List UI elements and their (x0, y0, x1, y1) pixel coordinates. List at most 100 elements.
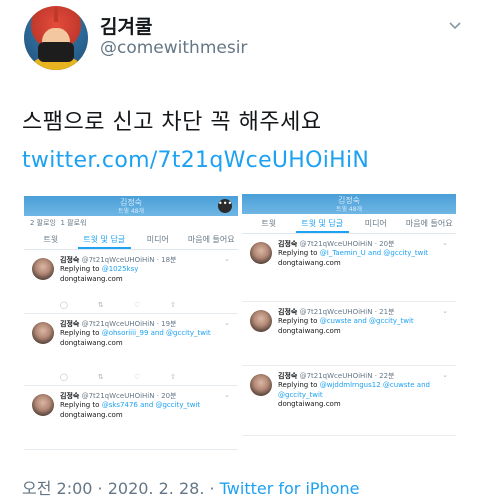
replying-label: Replying to (60, 401, 102, 409)
reply-mentions[interactable]: @I_Taemin_U and @gccity_twit (320, 249, 428, 257)
tab-tweets[interactable]: 트윗 (242, 214, 296, 233)
retweet-icon[interactable]: ⇅ (98, 373, 104, 381)
retweet-icon[interactable]: ⇅ (98, 301, 104, 309)
tab-media[interactable]: 미디어 (349, 214, 403, 233)
followers-count[interactable]: 1 팔로워 (60, 219, 86, 227)
share-icon[interactable]: ⇧ (170, 301, 176, 309)
reply-mentions[interactable]: @1025ksy (102, 265, 139, 273)
reply-name[interactable]: 김정숙 (60, 320, 79, 328)
profile-header-count: 트윗 48개 (117, 208, 145, 215)
reply-avatar[interactable] (32, 322, 54, 344)
reply-avatar[interactable] (32, 394, 54, 416)
reply-body: Replying to @1025ksy dongtaiwang.com (60, 265, 230, 284)
profile-tabs: 트윗 트윗 및 답글 미디어 마음에 들어요 (242, 214, 456, 234)
reply-header: 김정숙 @7t21qWceUHOiHiN · 21분 (278, 307, 395, 317)
tweet-source[interactable]: Twitter for iPhone (220, 479, 360, 498)
reply-body: Replying to @I_Taemin_U and @gccity_twit… (278, 249, 448, 268)
reply-header: 김정숙 @7t21qWceUHOiHiN · 20분 (60, 391, 177, 401)
following-count[interactable]: 2 팔로잉 (30, 219, 56, 227)
reply-mentions[interactable]: @sks7476 and @gccity_twit (102, 401, 200, 409)
follow-counts: 2 팔로잉 1 팔로워 (24, 216, 238, 230)
chevron-down-icon[interactable]: ⌄ (224, 319, 230, 327)
attached-image-right[interactable]: 김정숙 트윗 48개 트윗 트윗 및 답글 미디어 마음에 들어요 김정숙 @7… (242, 194, 456, 439)
replying-label: Replying to (278, 381, 320, 389)
reply-handle-time: @7t21qWceUHOiHiN · 18분 (81, 256, 177, 264)
attached-image-left[interactable]: 김정숙 트윗 48개 ••• 2 팔로잉 1 팔로워 트윗 트윗 및 답글 미디… (24, 196, 238, 452)
reply-icon[interactable]: ◯ (60, 301, 68, 309)
profile-header: 김정숙 트윗 48개 (242, 194, 456, 214)
profile-header-count: 트윗 48개 (335, 206, 363, 213)
chevron-down-icon[interactable] (448, 18, 462, 32)
chevron-down-icon[interactable]: ⌄ (224, 255, 230, 263)
display-name[interactable]: 김겨쿨 (100, 12, 152, 39)
reply-tweet[interactable]: 김정숙 @7t21qWceUHOiHiN · 18분 ⌄ Replying to… (24, 250, 238, 314)
replying-label: Replying to (60, 329, 102, 337)
reply-avatar[interactable] (32, 258, 54, 280)
tab-tweets-replies[interactable]: 트윗 및 답글 (77, 230, 131, 249)
reply-link[interactable]: dongtaiwang.com (60, 275, 123, 283)
reply-link[interactable]: dongtaiwang.com (60, 411, 123, 419)
profile-header: 김정숙 트윗 48개 ••• (24, 196, 238, 216)
reply-name[interactable]: 김정숙 (278, 240, 297, 248)
reply-name[interactable]: 김정숙 (60, 256, 79, 264)
reply-actions: ◯ ⇅ ♡ ⇧ (60, 373, 176, 381)
reply-tweet[interactable]: 김정숙 @7t21qWceUHOiHiN · 20분 ⌄ Replying to… (24, 386, 238, 450)
tweet-link[interactable]: twitter.com/7t21qWceUHOiHiN (22, 148, 369, 173)
reply-link[interactable]: dongtaiwang.com (278, 400, 341, 408)
avatar-antenna (54, 8, 58, 22)
reply-avatar[interactable] (250, 242, 272, 264)
reply-name[interactable]: 김정숙 (60, 392, 79, 400)
reply-name[interactable]: 김정숙 (278, 308, 297, 316)
reply-body: Replying to @ohsoriiii_99 and @gccity_tw… (60, 329, 230, 348)
replying-label: Replying to (278, 249, 320, 257)
reply-tweet[interactable]: 김정숙 @7t21qWceUHOiHiN · 21분 ⌄ Replying to… (242, 302, 456, 366)
chevron-down-icon[interactable]: ⌄ (442, 371, 448, 379)
tab-tweets-replies[interactable]: 트윗 및 답글 (295, 214, 349, 233)
reply-handle-time: @7t21qWceUHOiHiN · 19분 (81, 320, 177, 328)
like-icon[interactable]: ♡ (134, 373, 140, 381)
reply-actions: ◯ ⇅ ♡ ⇧ (60, 301, 176, 309)
reply-link[interactable]: dongtaiwang.com (278, 259, 341, 267)
tab-likes[interactable]: 마음에 들어요 (185, 230, 239, 249)
reply-mentions[interactable]: @ohsoriiii_99 and @gccity_twit (102, 329, 211, 337)
more-options-icon[interactable]: ••• (218, 199, 232, 213)
reply-handle-time: @7t21qWceUHOiHiN · 20분 (299, 240, 395, 248)
reply-tweet[interactable]: 김정숙 @7t21qWceUHOiHiN · 19분 ⌄ Replying to… (24, 314, 238, 386)
tab-likes[interactable]: 마음에 들어요 (403, 214, 457, 233)
reply-header: 김정숙 @7t21qWceUHOiHiN · 19분 (60, 319, 177, 329)
chevron-down-icon[interactable]: ⌄ (442, 307, 448, 315)
reply-link[interactable]: dongtaiwang.com (60, 339, 123, 347)
reply-body: Replying to @cuwste and @gccity_twitdong… (278, 317, 448, 336)
share-icon[interactable]: ⇧ (170, 373, 176, 381)
reply-body: Replying to @wjddmlrngus12 @cuwste and @… (278, 381, 448, 410)
profile-avatar[interactable] (24, 6, 88, 70)
timestamp-date: 오전 2:00 · 2020. 2. 28. · (22, 479, 220, 498)
reply-header: 김정숙 @7t21qWceUHOiHiN · 20분 (278, 239, 395, 249)
reply-handle-time: @7t21qWceUHOiHiN · 20분 (81, 392, 177, 400)
user-handle[interactable]: @comewithmesir (100, 38, 247, 58)
reply-header: 김정숙 @7t21qWceUHOiHiN · 22분 (278, 371, 395, 381)
reply-body: Replying to @sks7476 and @gccity_twitdon… (60, 401, 230, 420)
reply-handle-time: @7t21qWceUHOiHiN · 21분 (299, 308, 395, 316)
reply-name[interactable]: 김정숙 (278, 372, 297, 380)
reply-avatar[interactable] (250, 310, 272, 332)
like-icon[interactable]: ♡ (134, 301, 140, 309)
tweet-text: 스팸으로 신고 차단 꼭 해주세요 (22, 110, 322, 135)
profile-tabs: 트윗 트윗 및 답글 미디어 마음에 들어요 (24, 230, 238, 250)
reply-avatar[interactable] (250, 374, 272, 396)
replying-label: Replying to (60, 265, 102, 273)
chevron-down-icon[interactable]: ⌄ (224, 391, 230, 399)
reply-mentions[interactable]: @cuwste and @gccity_twit (320, 317, 414, 325)
reply-icon[interactable]: ◯ (60, 373, 68, 381)
avatar-mask (38, 42, 74, 62)
replying-label: Replying to (278, 317, 320, 325)
tab-media[interactable]: 미디어 (131, 230, 185, 249)
chevron-down-icon[interactable]: ⌄ (442, 239, 448, 247)
reply-handle-time: @7t21qWceUHOiHiN · 22분 (299, 372, 395, 380)
tweet-timestamp: 오전 2:00 · 2020. 2. 28. · Twitter for iPh… (22, 475, 359, 499)
reply-tweet[interactable]: 김정숙 @7t21qWceUHOiHiN · 22분 ⌄ Replying to… (242, 366, 456, 436)
tab-tweets[interactable]: 트윗 (24, 230, 78, 249)
reply-link[interactable]: dongtaiwang.com (278, 327, 341, 335)
reply-tweet[interactable]: 김정숙 @7t21qWceUHOiHiN · 20분 ⌄ Replying to… (242, 234, 456, 302)
reply-header: 김정숙 @7t21qWceUHOiHiN · 18분 (60, 255, 177, 265)
